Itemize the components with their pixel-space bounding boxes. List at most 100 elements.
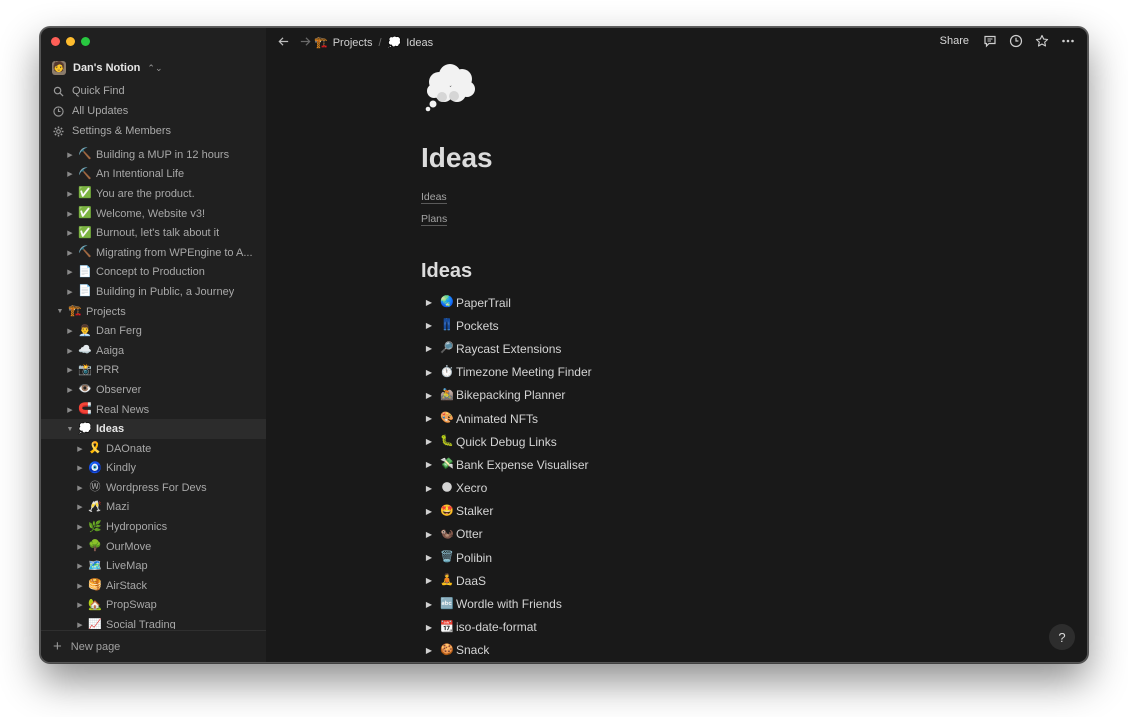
forward-arrow-icon[interactable] bbox=[299, 35, 312, 48]
help-button[interactable]: ? bbox=[1049, 624, 1075, 650]
breadcrumb-ideas[interactable]: 💭 Ideas bbox=[388, 36, 434, 50]
caret-right-icon[interactable]: ▶ bbox=[75, 582, 85, 590]
sidebar-tree-item[interactable]: ▶ ✅ Welcome, Website v3! bbox=[41, 204, 266, 224]
sidebar-tree-item[interactable]: ▶ 🌿 Hydroponics bbox=[41, 517, 266, 537]
caret-right-icon[interactable]: ▶ bbox=[424, 344, 434, 353]
toggle-block[interactable]: ▶ 📆 iso-date-format bbox=[424, 616, 592, 639]
caret-right-icon[interactable]: ▶ bbox=[65, 366, 75, 374]
sidebar-tree-item[interactable]: ▼ 💭 Ideas bbox=[41, 419, 266, 439]
link-plans[interactable]: Plans bbox=[421, 213, 448, 226]
caret-right-icon[interactable]: ▶ bbox=[65, 406, 75, 414]
sidebar-tree-item[interactable]: ▶ 🗺️ LiveMap bbox=[41, 556, 266, 576]
caret-right-icon[interactable]: ▶ bbox=[424, 484, 434, 493]
toggle-block[interactable]: ▶ 🦦 Otter bbox=[424, 523, 592, 546]
caret-right-icon[interactable]: ▶ bbox=[65, 210, 75, 218]
sidebar-tree-item[interactable]: ▶ 📄 Concept to Production bbox=[41, 263, 266, 283]
toggle-block[interactable]: ▶ 🌏 PaperTrail bbox=[424, 291, 592, 314]
toggle-block[interactable]: ▶ 🍪 Snack bbox=[424, 639, 592, 662]
caret-right-icon[interactable]: ▶ bbox=[424, 460, 434, 469]
caret-right-icon[interactable]: ▶ bbox=[75, 503, 85, 511]
workspace-switcher[interactable]: 🧑 Dan's Notion ⌃⌄ bbox=[52, 61, 163, 75]
zoom-window-button[interactable] bbox=[81, 37, 90, 46]
caret-down-icon[interactable]: ▼ bbox=[55, 308, 65, 315]
sidebar-tree-item[interactable]: ▶ 🧿 Kindly bbox=[41, 459, 266, 479]
sidebar-tree-item[interactable]: ▶ ⛏️ Building a MUP in 12 hours bbox=[41, 145, 266, 165]
sidebar-tree-item[interactable]: ▶ 🌳 OurMove bbox=[41, 537, 266, 557]
caret-right-icon[interactable]: ▶ bbox=[424, 321, 434, 330]
caret-right-icon[interactable]: ▶ bbox=[65, 229, 75, 237]
caret-right-icon[interactable]: ▶ bbox=[65, 249, 75, 257]
caret-right-icon[interactable]: ▶ bbox=[65, 190, 75, 198]
sidebar-tree-item[interactable]: ▶ 📄 Building in Public, a Journey bbox=[41, 282, 266, 302]
minimize-window-button[interactable] bbox=[66, 37, 75, 46]
toggle-block[interactable]: ▶ 🔎 Raycast Extensions bbox=[424, 337, 592, 360]
sidebar-tree-item[interactable]: ▶ 🎗️ DAOnate bbox=[41, 439, 266, 459]
sidebar-tree-item[interactable]: ▶ 🏡 PropSwap bbox=[41, 596, 266, 616]
toggle-block[interactable]: ▶ 🌑 Xecro bbox=[424, 477, 592, 500]
caret-right-icon[interactable]: ▶ bbox=[424, 530, 434, 539]
caret-right-icon[interactable]: ▶ bbox=[75, 543, 85, 551]
caret-right-icon[interactable]: ▶ bbox=[424, 414, 434, 423]
sidebar-item-settings[interactable]: Settings & Members bbox=[41, 121, 266, 141]
page-title[interactable]: Ideas bbox=[421, 142, 493, 174]
caret-right-icon[interactable]: ▶ bbox=[65, 170, 75, 178]
caret-right-icon[interactable]: ▶ bbox=[75, 464, 85, 472]
sidebar-item-all-updates[interactable]: All Updates bbox=[41, 101, 266, 121]
toggle-block[interactable]: ▶ 🗑️ Polibin bbox=[424, 546, 592, 569]
sidebar-tree-item[interactable]: ▶ ⛏️ Migrating from WPEngine to A... bbox=[41, 243, 266, 263]
caret-right-icon[interactable]: ▶ bbox=[75, 621, 85, 629]
sidebar-tree-item[interactable]: ▶ 🥞 AirStack bbox=[41, 576, 266, 596]
caret-right-icon[interactable]: ▶ bbox=[65, 347, 75, 355]
sidebar-item-quick-find[interactable]: Quick Find bbox=[41, 81, 266, 101]
caret-right-icon[interactable]: ▶ bbox=[65, 327, 75, 335]
sidebar-tree-item[interactable]: ▶ 👁️ Observer bbox=[41, 380, 266, 400]
history-clock-icon[interactable] bbox=[1009, 34, 1023, 48]
caret-right-icon[interactable]: ▶ bbox=[424, 368, 434, 377]
toggle-block[interactable]: ▶ 💸 Bank Expense Visualiser bbox=[424, 453, 592, 476]
toggle-block[interactable]: ▶ 👖 Pockets bbox=[424, 314, 592, 337]
caret-right-icon[interactable]: ▶ bbox=[65, 268, 75, 276]
sidebar-tree-item[interactable]: ▶ 🧲 Real News bbox=[41, 400, 266, 420]
caret-right-icon[interactable]: ▶ bbox=[424, 646, 434, 655]
toggle-block[interactable]: ▶ 🎨 Animated NFTs bbox=[424, 407, 592, 430]
toggle-block[interactable]: ▶ 🧘 DaaS bbox=[424, 569, 592, 592]
sidebar-tree-item[interactable]: ▶ ✅ Burnout, let's talk about it bbox=[41, 223, 266, 243]
caret-right-icon[interactable]: ▶ bbox=[424, 576, 434, 585]
sidebar-tree-item[interactable]: ▶ Ⓦ Wordpress For Devs bbox=[41, 478, 266, 498]
comment-icon[interactable] bbox=[983, 34, 997, 48]
favorite-star-icon[interactable] bbox=[1035, 34, 1049, 48]
link-ideas[interactable]: Ideas bbox=[421, 191, 447, 204]
toggle-block[interactable]: ▶ 🐛 Quick Debug Links bbox=[424, 430, 592, 453]
toggle-block[interactable]: ▶ ⏱️ Timezone Meeting Finder bbox=[424, 361, 592, 384]
caret-right-icon[interactable]: ▶ bbox=[75, 484, 85, 492]
caret-right-icon[interactable]: ▶ bbox=[65, 386, 75, 394]
caret-right-icon[interactable]: ▶ bbox=[75, 601, 85, 609]
sidebar-tree-item[interactable]: ▶ ☁️ Aaiga bbox=[41, 341, 266, 361]
new-page-button[interactable]: + New page bbox=[41, 630, 266, 662]
sidebar-tree-item[interactable]: ▼ 🏗️ Projects bbox=[41, 302, 266, 322]
caret-right-icon[interactable]: ▶ bbox=[424, 391, 434, 400]
caret-right-icon[interactable]: ▶ bbox=[424, 553, 434, 562]
sidebar-tree-item[interactable]: ▶ ✅ You are the product. bbox=[41, 184, 266, 204]
caret-right-icon[interactable]: ▶ bbox=[65, 288, 75, 296]
back-arrow-icon[interactable] bbox=[277, 35, 290, 48]
caret-down-icon[interactable]: ▼ bbox=[65, 426, 75, 433]
caret-right-icon[interactable]: ▶ bbox=[75, 523, 85, 531]
sidebar-tree-item[interactable]: ▶ 👨‍💼 Dan Ferg bbox=[41, 321, 266, 341]
breadcrumb-projects[interactable]: 🏗️ Projects bbox=[314, 36, 372, 50]
thought-balloon-icon[interactable] bbox=[424, 62, 478, 112]
close-window-button[interactable] bbox=[51, 37, 60, 46]
toggle-block[interactable]: ▶ 🔤 Wordle with Friends bbox=[424, 592, 592, 615]
toggle-block[interactable]: ▶ 🤩 Stalker bbox=[424, 500, 592, 523]
caret-right-icon[interactable]: ▶ bbox=[75, 445, 85, 453]
sidebar-tree-item[interactable]: ▶ ⛏️ An Intentional Life bbox=[41, 165, 266, 185]
caret-right-icon[interactable]: ▶ bbox=[424, 623, 434, 632]
share-button[interactable]: Share bbox=[940, 35, 969, 47]
caret-right-icon[interactable]: ▶ bbox=[424, 437, 434, 446]
sidebar-tree-item[interactable]: ▶ 🥂 Mazi bbox=[41, 498, 266, 518]
sidebar-tree-item[interactable]: ▶ 📸 PRR bbox=[41, 361, 266, 381]
caret-right-icon[interactable]: ▶ bbox=[424, 507, 434, 516]
caret-right-icon[interactable]: ▶ bbox=[65, 151, 75, 159]
toggle-block[interactable]: ▶ 🚵 Bikepacking Planner bbox=[424, 384, 592, 407]
caret-right-icon[interactable]: ▶ bbox=[424, 298, 434, 307]
